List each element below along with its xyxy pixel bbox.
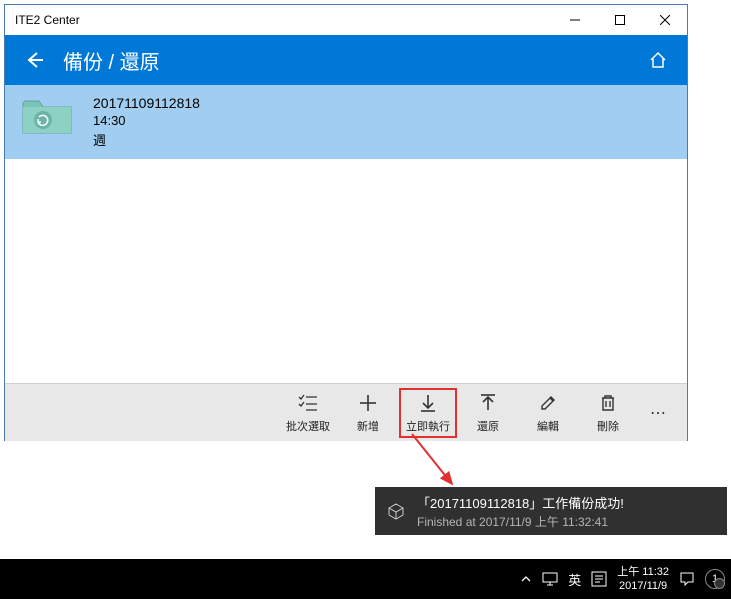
more-button[interactable]: ⋯	[639, 388, 679, 438]
toast-notification[interactable]: 「20171109112818」工作備份成功! Finished at 2017…	[375, 487, 727, 535]
home-button[interactable]	[643, 45, 673, 75]
plus-icon	[359, 392, 377, 414]
window-title: ITE2 Center	[5, 13, 552, 27]
bottom-toolbar: 批次選取 新增 立即執行 還原 編輯	[5, 383, 687, 441]
app-window: ITE2 Center 備份 / 還原	[4, 4, 688, 441]
tray-monitor-icon[interactable]	[542, 572, 558, 586]
trash-icon	[600, 392, 616, 414]
ellipsis-icon: ⋯	[650, 403, 668, 423]
back-button[interactable]	[19, 45, 49, 75]
delete-button[interactable]: 刪除	[579, 388, 637, 438]
delete-label: 刪除	[597, 418, 619, 434]
add-label: 新增	[357, 418, 379, 434]
minimize-button[interactable]	[552, 5, 597, 35]
tray-notification-badge[interactable]: 1	[705, 569, 725, 589]
tray-language[interactable]: 英	[568, 570, 581, 589]
tray-date-text: 2017/11/9	[619, 579, 667, 593]
edit-label: 編輯	[537, 418, 559, 434]
content-area: 20171109112818 14:30 週	[5, 85, 687, 383]
item-name: 20171109112818	[93, 95, 200, 111]
execute-label: 立即執行	[406, 418, 450, 434]
download-icon	[419, 392, 437, 414]
annotation-arrow	[410, 432, 460, 492]
item-day: 週	[93, 130, 200, 149]
tray-time-text: 上午 11:32	[617, 565, 669, 579]
maximize-button[interactable]	[597, 5, 642, 35]
batch-select-icon	[298, 392, 318, 414]
tray-clock[interactable]: 上午 11:32 2017/11/9	[617, 565, 669, 594]
titlebar: ITE2 Center	[5, 5, 687, 35]
item-details: 20171109112818 14:30 週	[93, 95, 200, 149]
app-header: 備份 / 還原	[5, 35, 687, 85]
package-icon	[387, 502, 405, 520]
folder-refresh-icon	[21, 95, 75, 137]
edit-button[interactable]: 編輯	[519, 388, 577, 438]
notification-title: 「20171109112818」工作備份成功!	[417, 493, 624, 512]
execute-button[interactable]: 立即執行	[399, 388, 457, 438]
tray-chevron-icon[interactable]	[520, 573, 532, 585]
batch-select-button[interactable]: 批次選取	[279, 388, 337, 438]
tray-action-center-icon[interactable]	[679, 571, 695, 587]
taskbar: 英 上午 11:32 2017/11/9 1	[0, 559, 731, 599]
window-controls	[552, 5, 687, 35]
notification-subtitle: Finished at 2017/11/9 上午 11:32:41	[417, 513, 624, 530]
page-title: 備份 / 還原	[63, 46, 643, 75]
item-time: 14:30	[93, 113, 200, 128]
badge-count: 1	[712, 573, 718, 585]
notification-text: 「20171109112818」工作備份成功! Finished at 2017…	[417, 493, 624, 530]
batch-select-label: 批次選取	[286, 418, 330, 434]
restore-button[interactable]: 還原	[459, 388, 517, 438]
pencil-icon	[539, 392, 557, 414]
upload-icon	[479, 392, 497, 414]
backup-item[interactable]: 20171109112818 14:30 週	[5, 85, 687, 159]
tray-ime-icon[interactable]	[591, 571, 607, 587]
close-button[interactable]	[642, 5, 687, 35]
add-button[interactable]: 新增	[339, 388, 397, 438]
restore-label: 還原	[477, 418, 499, 434]
